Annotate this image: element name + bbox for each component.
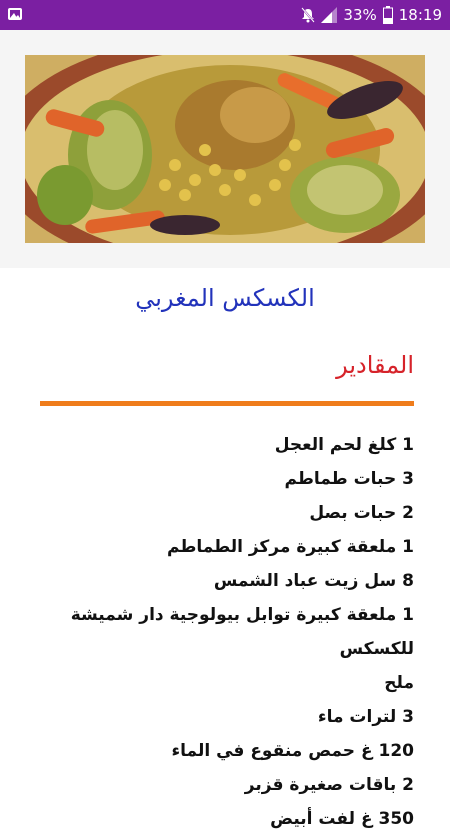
status-bar: 33% 18:19	[0, 0, 450, 30]
ingredient-item: 1 ملعقة كبيرة مركز الطماطم	[167, 537, 414, 557]
signal-icon	[321, 7, 338, 23]
ingredient-item: 350 غ لفت أبيض	[270, 809, 414, 829]
ingredient-item: 8 سل زيت عباد الشمس	[213, 571, 414, 591]
ingredient-item: ملح	[384, 673, 414, 693]
ingredient-item: 3 لترات ماء	[317, 707, 414, 727]
couscous-dish-photo	[25, 55, 425, 243]
battery-icon	[382, 6, 393, 24]
ingredient-item: 120 غ حمص منقوع في الماء	[171, 741, 414, 761]
ingredients-list: 1 كلغ لحم العجل 3 حبات طماطم 2 حبات بصل …	[34, 428, 414, 836]
ingredient-item: 3 حبات طماطم	[284, 469, 414, 489]
mute-icon	[301, 7, 316, 23]
clock: 18:19	[398, 6, 442, 24]
ingredients-heading: المقادير	[336, 351, 414, 379]
ingredient-item: 1 ملعقة كبيرة توابل بيولوجية دار شميشة ل…	[70, 605, 414, 659]
battery-label: 33%	[343, 6, 377, 24]
ingredient-item: 1 كلغ لحم العجل	[274, 435, 414, 455]
ingredient-item: 2 حبات بصل	[309, 503, 414, 523]
section-divider	[40, 401, 414, 406]
image-notification-icon	[8, 8, 22, 20]
recipe-hero	[0, 30, 450, 268]
ingredient-item: 2 باقات صغيرة قزبر	[244, 775, 414, 795]
recipe-title: الكسكس المغربي	[135, 284, 315, 312]
